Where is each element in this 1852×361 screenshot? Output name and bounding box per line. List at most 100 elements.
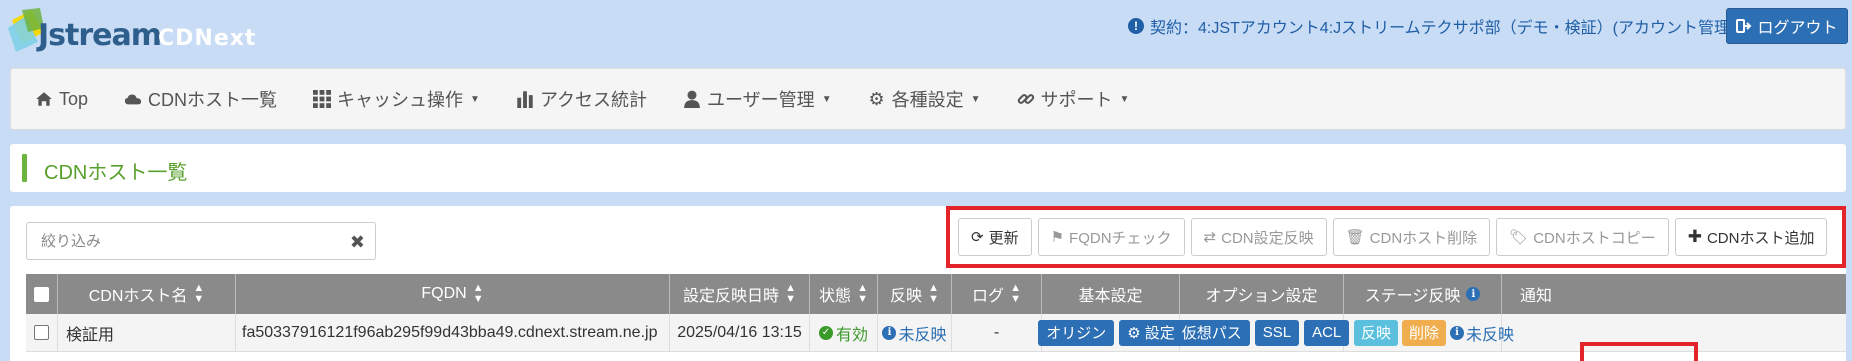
host-name: 検証用 [66, 326, 115, 344]
select-all-checkbox[interactable] [34, 286, 49, 302]
sign-out-icon [1736, 19, 1752, 33]
info-icon[interactable]: i [1466, 287, 1481, 301]
host-copy-button[interactable]: 🏷︎ CDNホストコピー [1496, 218, 1669, 256]
cell-status: ✓ 有効 [810, 314, 878, 351]
contract-info: ! 契約：4:JSTアカウント4:Jストリームテクサポ部（デモ・検証）(アカウン… [1128, 14, 1751, 38]
app-header: Jstream CDNext ! 契約：4:JSTアカウント4:Jストリームテク… [0, 0, 1852, 60]
cloud-icon [124, 94, 142, 105]
stage-apply-label: 反映 [1361, 325, 1392, 342]
table-header: CDNホスト名 ▲ ▼ FQDN ▲ ▼ 設定反映日時 ▲ ▼ 状態 ▲ ▼ 反映 ▲ ▼… [26, 274, 1846, 314]
stage-apply-button[interactable]: 反映 [1354, 319, 1399, 346]
table-row[interactable]: 検証用 fa50337916121f96ab295f99d43bba49.cdn… [26, 314, 1846, 352]
bar-chart-icon [517, 91, 533, 108]
trash-icon: 🗑︎ [1345, 229, 1365, 246]
col-stage-label: ステージ反映 [1364, 288, 1461, 305]
col-reflect-label: 反映 [890, 288, 923, 305]
refresh-icon: ⟳ [971, 229, 984, 246]
col-options: オプション設定 [1180, 274, 1344, 314]
check-circle-icon: ✓ [818, 325, 833, 340]
nav-item-cdn-hosts[interactable]: CDNホスト一覧 [124, 86, 277, 112]
col-log-label: ログ [972, 288, 1005, 305]
host-add-button[interactable]: ✚ CDNホスト追加 [1674, 218, 1828, 256]
cell-fqdn: fa50337916121f96ab295f99d43bba49.cdnext.… [236, 314, 670, 351]
col-status[interactable]: 状態 ▲ ▼ [810, 274, 878, 314]
nav-item-cache[interactable]: キャッシュ操作 ▼ [313, 86, 480, 112]
nav-label: アクセス統計 [539, 90, 648, 110]
link-icon [1017, 94, 1034, 104]
log-value: - [993, 323, 1000, 341]
cdn-apply-label: CDN設定反映 [1221, 229, 1314, 247]
host-delete-button[interactable]: 🗑︎ CDNホスト削除 [1332, 218, 1491, 256]
host-list-panel: ✖ ⟳ 更新 ⚑ FQDNチェック ⇄ CDN設定反映 🗑︎ CDNホスト削除 … [10, 206, 1846, 361]
cdn-apply-button[interactable]: ⇄ CDN設定反映 [1190, 218, 1327, 256]
status-text: 有効 [835, 326, 868, 344]
stage-delete-label: 削除 [1409, 325, 1440, 342]
host-table: CDNホスト名 ▲ ▼ FQDN ▲ ▼ 設定反映日時 ▲ ▼ 状態 ▲ ▼ 反映 ▲ ▼… [26, 274, 1846, 352]
header-select-all [26, 274, 58, 314]
col-name[interactable]: CDNホスト名 ▲ ▼ [58, 274, 236, 314]
col-basic: 基本設定 [1042, 274, 1180, 314]
cell-log: - [952, 314, 1042, 351]
filter-field: ✖ [26, 222, 376, 260]
nav-item-support[interactable]: サポート ▼ [1017, 86, 1130, 112]
col-name-label: CDNホスト名 [88, 288, 188, 305]
col-fqdn-label: FQDN [421, 285, 467, 302]
stage-delete-button[interactable]: 削除 [1402, 319, 1447, 346]
col-options-label: オプション設定 [1205, 288, 1318, 305]
fqdn-check-button[interactable]: ⚑ FQDNチェック [1037, 218, 1185, 256]
sort-icon: ▲ ▼ [785, 282, 796, 305]
col-applied-at-label: 設定反映日時 [683, 288, 780, 305]
col-reflect[interactable]: 反映 ▲ ▼ [878, 274, 952, 314]
cell-basic: オリジン ⚙ 設定 [1038, 314, 1183, 351]
sort-icon: ▲ ▼ [193, 282, 205, 305]
fqdn-check-label: FQDNチェック [1069, 229, 1172, 247]
logout-button[interactable]: ログアウト [1726, 8, 1848, 44]
col-status-label: 状態 [819, 288, 852, 305]
host-delete-label: CDNホスト削除 [1369, 229, 1478, 247]
nav-label: CDNホスト一覧 [148, 90, 278, 110]
origin-button[interactable]: オリジン [1038, 319, 1115, 346]
nav-label: キャッシュ操作 [337, 90, 464, 110]
sort-icon: ▲ ▼ [857, 282, 868, 305]
row-select [26, 314, 58, 351]
nav-item-settings[interactable]: ⚙ 各種設定 ▼ [868, 86, 981, 112]
nav-item-user-management[interactable]: ユーザー管理 ▼ [683, 86, 832, 112]
caret-down-icon: ▼ [1119, 93, 1130, 105]
caret-down-icon: ▼ [970, 93, 981, 105]
col-fqdn[interactable]: FQDN ▲ ▼ [236, 274, 670, 314]
refresh-button[interactable]: ⟳ 更新 [958, 218, 1032, 256]
tags-icon: 🏷︎ [1509, 229, 1529, 246]
nav-item-top[interactable]: Top [35, 89, 88, 110]
page-title: CDNホスト一覧 [44, 162, 188, 184]
virtual-path-label: 仮想パス [1181, 325, 1242, 342]
home-icon [36, 92, 52, 106]
nav-item-access-stats[interactable]: アクセス統計 [516, 86, 647, 112]
cell-stage: 反映 削除 i 未反映 [1344, 314, 1514, 351]
jstream-logo[interactable]: Jstream CDNext [8, 6, 283, 56]
clear-icon[interactable]: ✖ [350, 232, 365, 253]
acl-button[interactable]: ACL [1304, 319, 1350, 346]
ssl-label: SSL [1262, 324, 1292, 341]
cell-reflect: i 未反映 [878, 314, 952, 351]
cell-notify [1502, 314, 1846, 351]
host-copy-label: CDNホストコピー [1533, 229, 1656, 247]
exclamation-icon: ! [1128, 18, 1144, 34]
virtual-path-button[interactable]: 仮想パス [1173, 319, 1250, 346]
caret-down-icon: ▼ [470, 93, 480, 105]
col-applied-at[interactable]: 設定反映日時 ▲ ▼ [670, 274, 810, 314]
col-log[interactable]: ログ ▲ ▼ [952, 274, 1042, 314]
host-fqdn: fa50337916121f96ab295f99d43bba49.cdnext.… [242, 323, 658, 341]
main-nav: Top CDNホスト一覧 キャッシュ操作 ▼ アクセス統計 ユーザー管理 ▼ ⚙… [10, 68, 1846, 130]
page-title-panel: CDNホスト一覧 [10, 144, 1846, 192]
settings-label: 設定 [1144, 325, 1175, 342]
reflect-status[interactable]: i 未反映 [882, 321, 947, 345]
ssl-button[interactable]: SSL [1254, 319, 1300, 346]
refresh-label: 更新 [988, 229, 1019, 247]
filter-input[interactable] [27, 223, 337, 259]
row-checkbox[interactable] [34, 325, 49, 340]
cell-options: 仮想パス SSL ACL [1173, 314, 1350, 351]
col-notify-label: 通知 [1520, 288, 1553, 305]
origin-label: オリジン [1046, 325, 1107, 342]
sort-icon: ▲ ▼ [472, 282, 484, 305]
col-notify: 通知 [1502, 274, 1846, 314]
